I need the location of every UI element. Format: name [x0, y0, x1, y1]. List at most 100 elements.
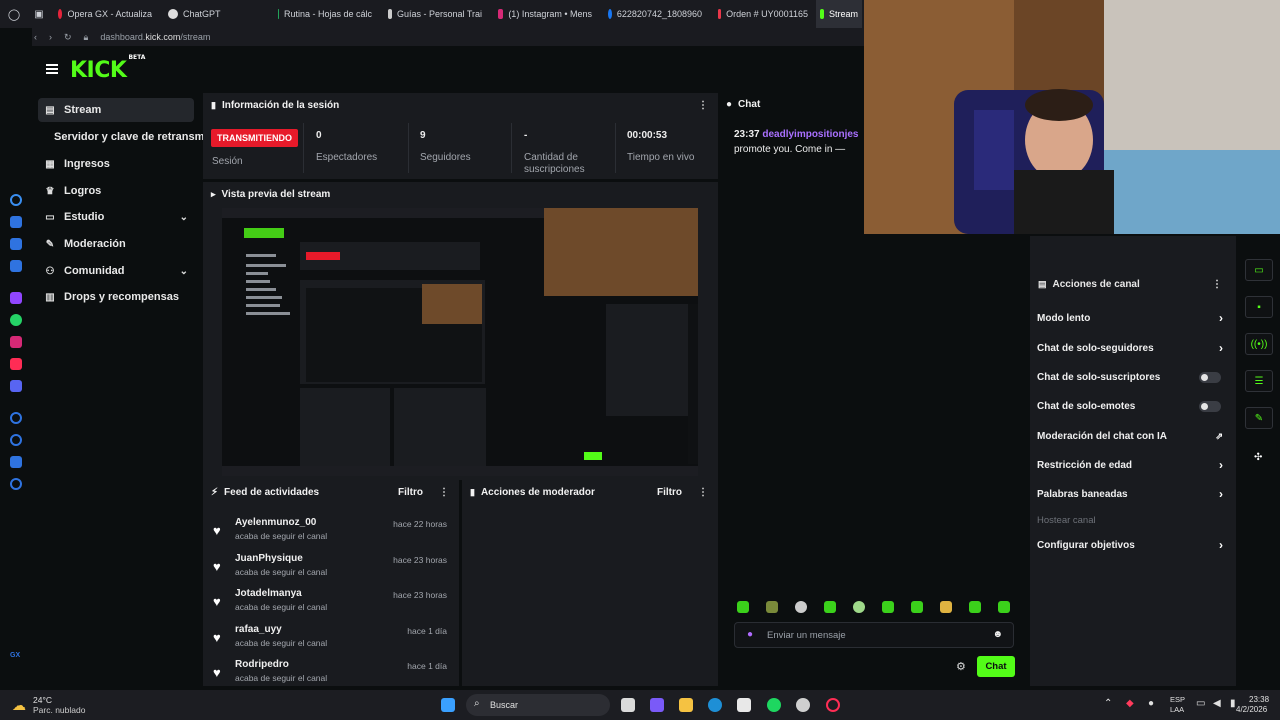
stack-icon[interactable]: [10, 238, 22, 250]
extensions-icon[interactable]: [10, 456, 22, 468]
instagram-icon[interactable]: [10, 336, 22, 348]
action-slow-mode[interactable]: Modo lento ›: [1037, 308, 1227, 328]
browser-tab[interactable]: 622820742_1808960: [600, 0, 710, 28]
emoji-icon[interactable]: ☻: [992, 629, 1003, 640]
sidebar-item-comunidad[interactable]: ⚇ Comunidad ⌄: [38, 259, 194, 283]
volume-icon[interactable]: ◀︎: [1213, 698, 1221, 709]
microphone-tray-icon[interactable]: ●: [1148, 698, 1154, 709]
battery-icon[interactable]: ▮: [1230, 698, 1236, 709]
task-view-icon[interactable]: [621, 698, 635, 712]
lang-top[interactable]: ESP: [1170, 695, 1185, 704]
browser-tab[interactable]: Guías - Personal Trai: [380, 0, 490, 28]
emote-icon[interactable]: [911, 601, 923, 613]
apps-icon[interactable]: ✣: [1254, 452, 1262, 463]
back-icon[interactable]: ‹: [34, 32, 37, 42]
store-icon[interactable]: [737, 698, 751, 712]
whatsapp-icon[interactable]: [10, 314, 22, 326]
mail-icon[interactable]: [10, 260, 22, 272]
browser-tab[interactable]: (1) Instagram • Mens: [490, 0, 600, 28]
layout-icon[interactable]: ☰: [1245, 370, 1273, 392]
start-icon[interactable]: [441, 698, 455, 712]
edge-icon[interactable]: [708, 698, 722, 712]
weather-temp[interactable]: 24°C: [33, 695, 52, 705]
history-icon[interactable]: [10, 434, 22, 446]
filter-button[interactable]: Filtro: [657, 487, 682, 498]
workspace-icon[interactable]: ▣: [28, 9, 50, 20]
tools-icon[interactable]: ✎: [1245, 407, 1273, 429]
copilot-icon[interactable]: [650, 698, 664, 712]
action-followers-only[interactable]: Chat de solo-seguidores ›: [1037, 338, 1227, 358]
emote-icon[interactable]: [795, 601, 807, 613]
taskbar-search[interactable]: ⌕ Buscar: [466, 694, 610, 716]
browser-tab[interactable]: ChatGPT: [160, 0, 270, 28]
emote-icon[interactable]: [940, 601, 952, 613]
settings-icon[interactable]: [10, 478, 22, 490]
sidebar-item-ingresos[interactable]: ▦ Ingresos: [38, 152, 194, 176]
discord-icon[interactable]: [10, 380, 22, 392]
chat-icon[interactable]: ▪: [1245, 296, 1273, 318]
music-icon[interactable]: [10, 216, 22, 228]
more-options-icon[interactable]: ⋮: [698, 100, 708, 111]
opera-menu-icon[interactable]: ◯: [0, 8, 28, 21]
feed-username[interactable]: Jotadelmanya: [235, 588, 302, 599]
sidebar-item-stream[interactable]: ▤ Stream: [38, 98, 194, 122]
chat-send-button[interactable]: Chat: [977, 656, 1015, 677]
feed-username[interactable]: Rodripedro: [235, 659, 289, 670]
browser-tab[interactable]: Orden # UY0001165: [710, 0, 816, 28]
more-options-icon[interactable]: ⋮: [698, 487, 708, 498]
sidebar-item-logros[interactable]: ♛ Logros: [38, 179, 194, 203]
action-configure-goals[interactable]: Configurar objetivos ›: [1037, 535, 1227, 555]
rail-button[interactable]: ▭: [1245, 259, 1273, 281]
emote-icon[interactable]: [998, 601, 1010, 613]
more-options-icon[interactable]: ⋮: [439, 487, 449, 498]
tray-app-icon[interactable]: ◆: [1126, 698, 1134, 709]
network-icon[interactable]: ▭: [1196, 698, 1205, 709]
microphone-icon[interactable]: ●: [747, 629, 753, 640]
forward-icon[interactable]: ›: [49, 32, 52, 42]
menu-icon[interactable]: [46, 64, 58, 74]
action-ai-moderation[interactable]: Moderación del chat con IA ⇗: [1037, 426, 1227, 446]
browser-tab[interactable]: Rutina - Hojas de cálc: [270, 0, 380, 28]
emote-icon[interactable]: [882, 601, 894, 613]
url-field[interactable]: dashboard.kick.com/stream: [100, 32, 210, 42]
kick-logo[interactable]: KICKBETA: [70, 54, 145, 83]
app-icon[interactable]: [796, 698, 810, 712]
explorer-icon[interactable]: [679, 698, 693, 712]
chat-message-input[interactable]: ● Enviar un mensaje ☻: [734, 622, 1014, 648]
feed-username[interactable]: JuanPhysique: [235, 553, 303, 564]
browser-tab[interactable]: Opera GX - Actualiza: [50, 0, 160, 28]
subscribers-only-toggle[interactable]: [1199, 371, 1221, 383]
sidebar-item-estudio[interactable]: ▭ Estudio ⌄: [38, 205, 194, 229]
stream-preview-video[interactable]: [222, 208, 698, 476]
filter-button[interactable]: Filtro: [398, 487, 423, 498]
more-options-icon[interactable]: ⋮: [1212, 279, 1222, 290]
gx-icon[interactable]: GX: [10, 652, 20, 659]
emote-icon[interactable]: [824, 601, 836, 613]
tiktok-icon[interactable]: [10, 358, 22, 370]
tray-chevron-icon[interactable]: ⌃: [1104, 698, 1112, 709]
sidebar-item-moderacion[interactable]: ✎ Moderación: [38, 232, 194, 256]
chat-settings-icon[interactable]: ⚙: [956, 660, 966, 673]
twitch-icon[interactable]: [10, 292, 22, 304]
emotes-only-toggle[interactable]: [1199, 400, 1221, 412]
browser-tab-active[interactable]: Stream: [816, 0, 862, 28]
spotify-icon[interactable]: [767, 698, 781, 712]
player-icon[interactable]: [10, 412, 22, 424]
reload-icon[interactable]: ↻: [64, 32, 72, 43]
emote-icon[interactable]: [737, 601, 749, 613]
emote-icon[interactable]: [969, 601, 981, 613]
opera-gx-icon[interactable]: [10, 194, 22, 206]
clock-time[interactable]: 23:38: [1249, 695, 1269, 704]
chat-username[interactable]: deadlyimpositionjes: [762, 129, 858, 140]
broadcast-icon[interactable]: ((•)): [1245, 333, 1273, 355]
emote-icon[interactable]: [853, 601, 865, 613]
sidebar-item-server-key[interactable]: Servidor y clave de retransmisión: [38, 125, 204, 149]
feed-username[interactable]: rafaa_uyy: [235, 624, 282, 635]
opera-gx-taskbar-icon[interactable]: [826, 698, 840, 712]
emote-icon[interactable]: [766, 601, 778, 613]
action-banned-words[interactable]: Palabras baneadas ›: [1037, 484, 1227, 504]
action-age-restriction[interactable]: Restricción de edad ›: [1037, 455, 1227, 475]
channel-actions-panel: ▤ Acciones de canal ⋮ Modo lento › Chat de…: [1030, 236, 1236, 686]
sidebar-item-drops[interactable]: ▥ Drops y recompensas: [38, 285, 194, 309]
feed-username[interactable]: Ayelenmunoz_00: [235, 517, 316, 528]
